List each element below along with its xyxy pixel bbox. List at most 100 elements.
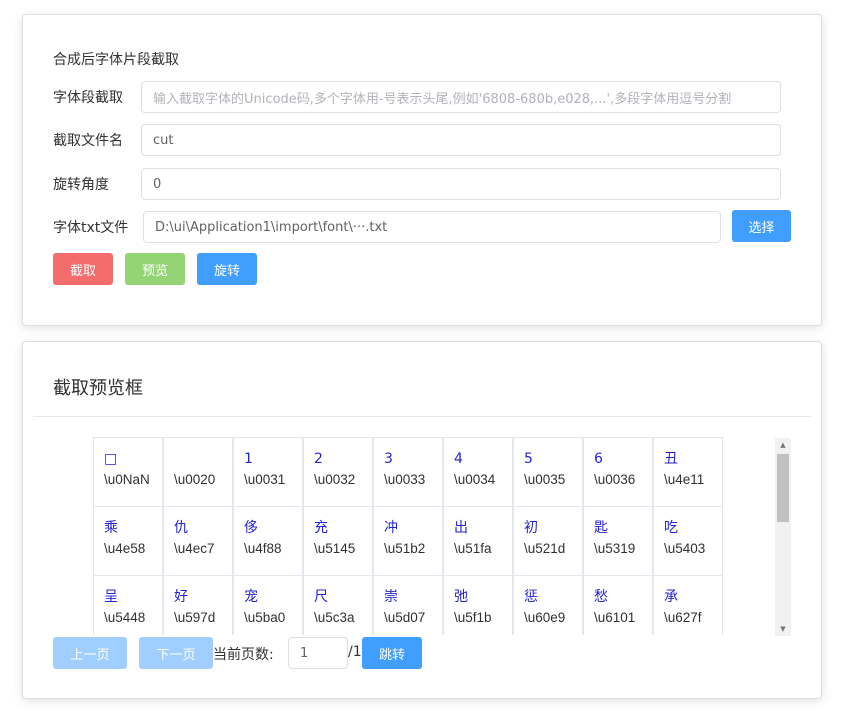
glyph-char: 冲 [384,520,398,536]
glyph-char: 3 [384,451,393,467]
glyph-cell[interactable]: 3 \u0033 [373,437,443,507]
glyph-cell[interactable]: 宠 \u5ba0 [233,575,303,635]
glyph-code: \u5403 [664,541,706,556]
glyph-cell[interactable]: 乘 \u4e58 [93,506,163,576]
rotate-button[interactable]: 旋转 [197,253,257,285]
glyph-code: \u0NaN [104,472,150,487]
glyph-code: \u0034 [454,472,496,487]
filename-input[interactable]: cut [141,124,781,156]
glyph-char [174,448,232,470]
glyph-code: \u597d [174,610,216,625]
glyph-char: 尺 [314,589,328,605]
glyph-code: \u4e58 [104,541,146,556]
glyph-code: \u4f88 [244,541,282,556]
glyph-cell[interactable]: 匙 \u5319 [583,506,653,576]
glyph-char: 惩 [524,589,538,605]
glyph-cell[interactable]: 吃 \u5403 [653,506,723,576]
glyph-char: 崇 [384,589,398,605]
glyph-code: \u5d07 [384,610,426,625]
glyph-code: \u5145 [314,541,356,556]
next-page-button[interactable]: 下一页 [139,637,213,669]
filename-label: 截取文件名 [53,133,123,149]
rotate-input[interactable]: 0 [141,168,781,200]
scrollbar-thumb[interactable] [777,454,789,522]
glyph-cell[interactable]: 出 \u51fa [443,506,513,576]
grid-scrollbar[interactable]: ▲ ▼ [775,438,791,636]
glyph-code: \u5319 [594,541,636,556]
glyph-cell[interactable]: 仇 \u4ec7 [163,506,233,576]
glyph-cell[interactable]: □ \u0NaN [93,437,163,507]
glyph-cell[interactable]: 好 \u597d [163,575,233,635]
glyph-code: \u0033 [384,472,426,487]
glyph-code: \u5c3a [314,610,355,625]
page-number-input[interactable]: 1 [288,637,348,669]
glyph-code: \u51fa [454,541,492,556]
select-file-button[interactable]: 选择 [732,210,791,242]
glyph-cell[interactable]: 崇 \u5d07 [373,575,443,635]
cut-button[interactable]: 截取 [53,253,113,285]
glyph-code: \u4e11 [664,472,705,487]
glyph-code: \u627f [664,610,702,625]
glyph-char: 充 [314,520,328,536]
jump-button[interactable]: 跳转 [362,637,422,669]
section-title: 合成后字体片段截取 [53,52,179,68]
font-cut-panel: 合成后字体片段截取 字体段截取 输入截取字体的Unicode码,多个字体用-号表… [22,14,822,326]
glyph-char: 侈 [244,520,258,536]
glyph-char: □ [104,451,118,467]
glyph-cell[interactable]: 5 \u0035 [513,437,583,507]
txtfile-label: 字体txt文件 [53,220,129,236]
glyph-code: \u0036 [594,472,636,487]
total-pages-label: /1 [348,644,362,660]
scroll-down-icon[interactable]: ▼ [775,622,791,636]
txtfile-input[interactable]: D:\ui\Application1\import\font\···.txt [143,211,721,243]
glyph-char: 2 [314,451,323,467]
glyph-char: 宠 [244,589,258,605]
preview-panel: 截取预览框 □ \u0NaN \u0020 1 \u0031 2 \u0032 3 \u0033… [22,341,822,699]
glyph-code: \u6101 [594,610,636,625]
glyph-char: 承 [664,589,678,605]
glyph-cell[interactable]: 尺 \u5c3a [303,575,373,635]
glyph-char: 仇 [174,520,188,536]
glyph-cell[interactable]: 弛 \u5f1b [443,575,513,635]
segment-input[interactable]: 输入截取字体的Unicode码,多个字体用-号表示头尾,例如'6808-680b… [141,81,781,113]
glyph-cell[interactable]: 侈 \u4f88 [233,506,303,576]
glyph-cell[interactable]: 充 \u5145 [303,506,373,576]
prev-page-button[interactable]: 上一页 [53,637,127,669]
glyph-char: 丑 [664,451,678,467]
glyph-cell[interactable]: 1 \u0031 [233,437,303,507]
glyph-cell[interactable]: 冲 \u51b2 [373,506,443,576]
glyph-char: 乘 [104,520,118,536]
glyph-char: 4 [454,451,463,467]
current-page-label: 当前页数: [213,647,274,663]
glyph-char: 1 [244,451,253,467]
glyph-char: 出 [454,520,468,536]
glyph-cell[interactable]: 丑 \u4e11 [653,437,723,507]
glyph-code: \u5ba0 [244,610,286,625]
glyph-code: \u60e9 [524,610,566,625]
glyph-code: \u51b2 [384,541,426,556]
rotate-label: 旋转角度 [53,177,109,193]
glyph-cell[interactable]: 承 \u627f [653,575,723,635]
glyph-cell[interactable]: 2 \u0032 [303,437,373,507]
preview-button[interactable]: 预览 [125,253,185,285]
glyph-cell[interactable]: 惩 \u60e9 [513,575,583,635]
glyph-code: \u5f1b [454,610,492,625]
glyph-char: 呈 [104,589,118,605]
glyph-code: \u521d [524,541,566,556]
glyph-char: 吃 [664,520,678,536]
segment-label: 字体段截取 [53,90,123,106]
glyph-code: \u4ec7 [174,541,215,556]
glyph-char: 匙 [594,520,608,536]
scroll-up-icon[interactable]: ▲ [775,438,791,452]
glyph-cell[interactable]: 6 \u0036 [583,437,653,507]
glyph-cell[interactable]: 4 \u0034 [443,437,513,507]
glyph-char: 弛 [454,589,468,605]
glyph-char: 6 [594,451,603,467]
glyph-cell[interactable]: 愁 \u6101 [583,575,653,635]
glyph-cell[interactable]: 呈 \u5448 [93,575,163,635]
glyph-cell[interactable]: 初 \u521d [513,506,583,576]
glyph-cell[interactable]: \u0020 [163,437,233,507]
glyph-char: 愁 [594,589,608,605]
divider [33,416,811,417]
glyph-grid: □ \u0NaN \u0020 1 \u0031 2 \u0032 3 \u0033 4 \u003… [93,437,723,635]
